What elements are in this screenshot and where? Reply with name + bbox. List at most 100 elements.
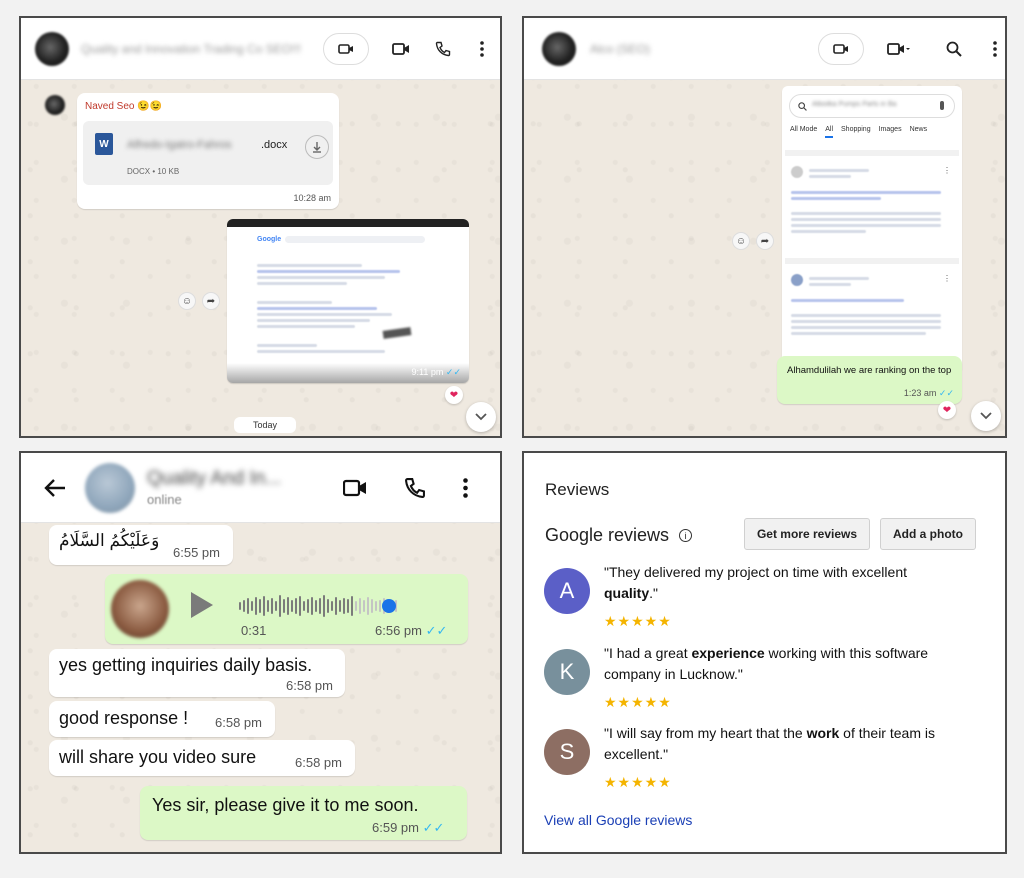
emoji-react-button[interactable]: ☺: [178, 292, 196, 310]
screenshot-query: Alboilka Pumps Parts in Ba: [812, 101, 897, 108]
waveform-bar: [323, 595, 325, 617]
waveform-bar: [247, 598, 249, 614]
video-camera-icon: [338, 43, 353, 54]
waveform-bar: [283, 599, 285, 613]
tab-all-mode: All Mode: [790, 126, 818, 133]
document-extension: .docx: [261, 139, 288, 151]
waveform-bar: [355, 601, 357, 611]
voice-call-button[interactable]: [431, 37, 455, 61]
contact-info[interactable]: Quality And In... online: [147, 468, 307, 507]
waveform-bar: [375, 601, 377, 611]
voice-call-button[interactable]: [401, 474, 429, 502]
heart-reaction[interactable]: ❤: [938, 401, 956, 419]
waveform-bar: [371, 599, 373, 613]
kebab-menu-icon: [993, 40, 997, 57]
contact-name: Quality And In...: [147, 468, 282, 489]
waveform-bar: [327, 599, 329, 613]
double-tick-icon: ✓✓: [445, 367, 461, 377]
reviewer-avatar: S: [544, 729, 590, 775]
contact-name[interactable]: Quality and Innovation Trading Co SEO!!!: [81, 42, 301, 56]
message-text: will share you video sure: [59, 747, 257, 767]
word-doc-icon: W: [95, 133, 113, 155]
get-more-reviews-button[interactable]: Get more reviews: [744, 518, 870, 550]
message-time: 6:56 pm ✓✓: [375, 623, 448, 638]
mic-icon: [940, 101, 944, 110]
forward-button[interactable]: ➦: [202, 292, 220, 310]
waveform-bar: [279, 595, 281, 617]
video-call-dropdown-button[interactable]: [884, 37, 914, 61]
voice-message: 0:31 6:56 pm ✓✓: [105, 574, 468, 644]
search-result-card: ⋮: [785, 258, 959, 358]
chat-header: Quality And In... online: [21, 453, 500, 523]
scroll-down-button[interactable]: [971, 401, 1001, 431]
screenshot-time: 9:11 pm ✓✓: [411, 367, 461, 377]
waveform-bar: [311, 597, 313, 615]
back-button[interactable]: [41, 474, 69, 502]
waveform-bar: [359, 598, 361, 614]
waveform-bar: [315, 600, 317, 612]
waveform-bar: [343, 598, 345, 614]
heart-reaction[interactable]: ❤: [445, 386, 463, 404]
tab-shopping: Shopping: [841, 126, 871, 133]
forward-button[interactable]: ➦: [756, 232, 774, 250]
date-chip: Today: [234, 417, 296, 433]
contact-avatar[interactable]: [85, 462, 135, 513]
video-camera-icon: [392, 42, 409, 55]
contact-avatar[interactable]: [542, 31, 576, 66]
waveform-bar: [295, 598, 297, 614]
video-call-pill-button[interactable]: [323, 32, 369, 65]
waveform-bar: [259, 599, 261, 613]
reviewer-avatar: K: [544, 649, 590, 695]
chat-header: Quality and Innovation Trading Co SEO!!!: [21, 18, 500, 80]
rating-stars: ★★★★★: [604, 774, 672, 790]
play-button[interactable]: [191, 592, 213, 618]
message-time: 1:23 am ✓✓: [903, 388, 954, 398]
google-reviews-panel: Reviews Google reviews i Get more review…: [522, 451, 1007, 854]
waveform-bar: [271, 598, 273, 614]
scroll-down-button[interactable]: [466, 402, 496, 432]
message-text: yes getting inquiries daily basis.: [59, 655, 313, 675]
waveform-bar: [263, 596, 265, 616]
view-all-reviews-link[interactable]: View all Google reviews: [544, 812, 692, 828]
screenshot-top-bar: [227, 219, 469, 227]
waveform-bar: [351, 596, 353, 616]
contact-status: online: [147, 492, 182, 507]
download-button[interactable]: [305, 135, 329, 159]
google-reviews-title: Google reviews i: [545, 525, 693, 546]
document-card[interactable]: W Alfredo-Igatro-Fahros .docx DOCX • 10 …: [83, 121, 333, 185]
sender-name: Naved Seo 😉😉: [85, 101, 163, 112]
waveform-bar: [335, 597, 337, 615]
search-button[interactable]: [942, 37, 966, 61]
waveform-bar: [243, 600, 245, 612]
emoji-react-button[interactable]: ☺: [732, 232, 750, 250]
kebab-menu-icon: [462, 477, 468, 498]
sender-avatar[interactable]: [45, 95, 65, 115]
review-text-part: .": [649, 585, 658, 601]
voice-waveform[interactable]: [239, 594, 449, 618]
video-call-button[interactable]: [341, 474, 369, 502]
add-photo-button[interactable]: Add a photo: [880, 518, 976, 550]
message-text: good response !: [59, 708, 189, 728]
google-search-screenshot[interactable]: Google 9:11 pm ✓✓: [227, 219, 469, 383]
waveform-bar: [299, 596, 301, 616]
video-call-pill-button[interactable]: [818, 32, 864, 65]
more-options-button[interactable]: [475, 37, 489, 61]
more-options-button[interactable]: [457, 474, 473, 502]
message-text: وَعَلَيْكُمُ السَّلَامُ: [59, 531, 160, 550]
video-call-button[interactable]: [389, 37, 413, 61]
rating-stars: ★★★★★: [604, 613, 672, 629]
waveform-bar: [363, 600, 365, 612]
contact-name[interactable]: Alco (SEO): [590, 42, 790, 56]
info-icon[interactable]: i: [679, 529, 693, 542]
phone-icon: [405, 477, 425, 498]
chat-panel-2: Alco (SEO) Alboilka Pumps Parts in Ba Al…: [522, 16, 1007, 438]
tab-all: All: [825, 126, 834, 138]
chevron-down-icon: [475, 413, 487, 421]
contact-avatar[interactable]: [35, 31, 69, 66]
favicon: [791, 274, 803, 286]
search-result-card: ⋮: [785, 150, 959, 242]
search-result-screenshot[interactable]: Alboilka Pumps Parts in Ba All Mode All …: [782, 86, 962, 374]
voice-progress-thumb[interactable]: [382, 599, 396, 613]
more-options-button[interactable]: [988, 37, 1002, 61]
outgoing-message: Yes sir, please give it to me soon. 6:59…: [140, 786, 467, 840]
